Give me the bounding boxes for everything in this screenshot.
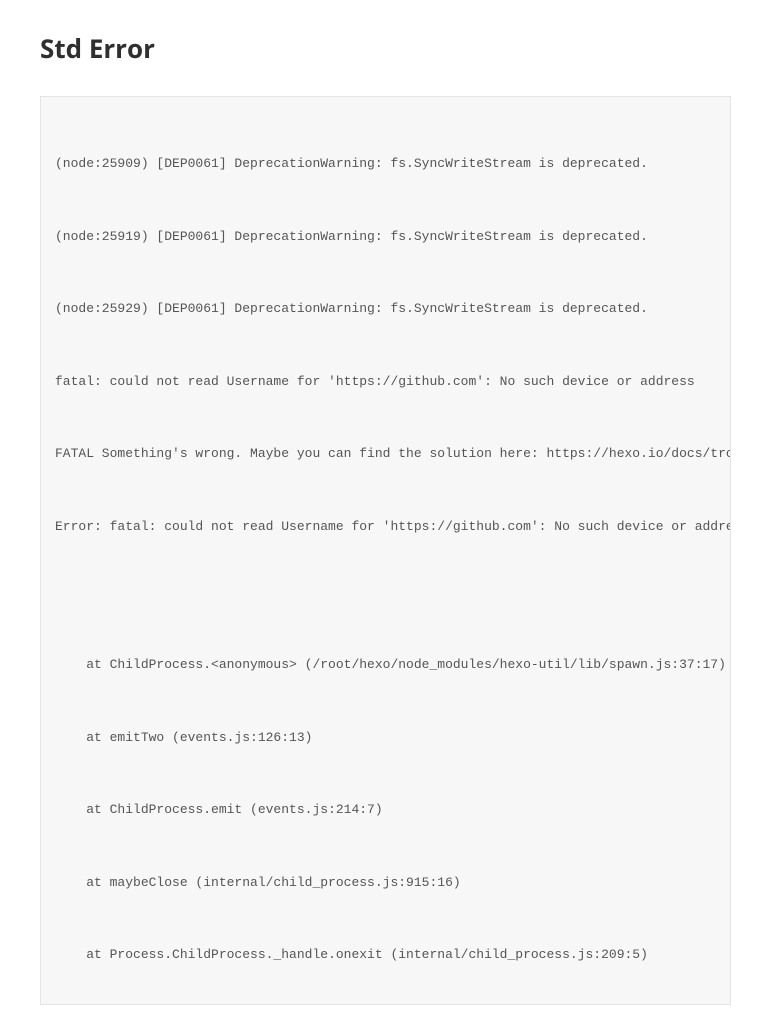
- stderr-code-block[interactable]: (node:25909) [DEP0061] DeprecationWarnin…: [40, 96, 731, 1005]
- log-line: fatal: could not read Username for 'http…: [55, 372, 716, 392]
- log-line: (node:25929) [DEP0061] DeprecationWarnin…: [55, 299, 716, 319]
- log-line: Error: fatal: could not read Username fo…: [55, 517, 716, 537]
- log-line: at Process.ChildProcess._handle.onexit (…: [55, 945, 716, 965]
- log-line: at ChildProcess.<anonymous> (/root/hexo/…: [55, 655, 716, 675]
- log-line: at ChildProcess.emit (events.js:214:7): [55, 800, 716, 820]
- log-line: at emitTwo (events.js:126:13): [55, 728, 716, 748]
- log-line: (node:25909) [DEP0061] DeprecationWarnin…: [55, 154, 716, 174]
- log-line: FATAL Something's wrong. Maybe you can f…: [55, 444, 716, 464]
- section-heading: Std Error: [40, 30, 731, 66]
- log-line: (node:25919) [DEP0061] DeprecationWarnin…: [55, 227, 716, 247]
- log-line: at maybeClose (internal/child_process.js…: [55, 873, 716, 893]
- log-line-blank: [55, 589, 716, 602]
